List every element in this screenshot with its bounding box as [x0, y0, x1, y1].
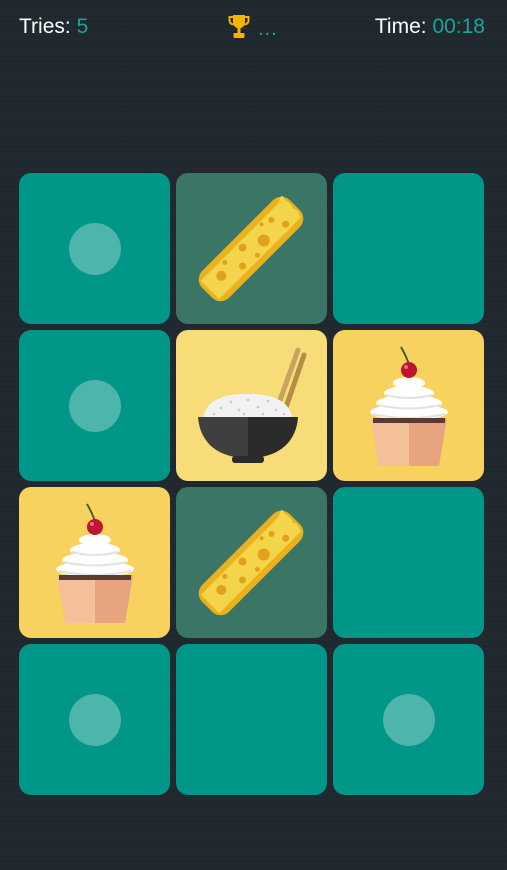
- time-label: Time:: [374, 15, 427, 38]
- trophy-icon: [228, 15, 250, 38]
- card-10[interactable]: [19, 644, 170, 795]
- card-marker: [382, 693, 435, 746]
- cheese-icon: [198, 195, 304, 302]
- card-3[interactable]: [333, 173, 484, 324]
- card-5[interactable]: [176, 330, 327, 481]
- rice-bowl-icon: [198, 347, 307, 463]
- card-4[interactable]: [19, 330, 170, 481]
- timer: Time: 00:18: [375, 15, 485, 39]
- best-score: ...: [228, 14, 278, 40]
- top-bar: Tries: 5 ... Time: 00:18: [0, 0, 507, 56]
- card-7[interactable]: [19, 487, 170, 638]
- card-2[interactable]: [176, 173, 327, 324]
- cupcake-icon: [370, 346, 448, 466]
- card-marker: [68, 222, 121, 275]
- memory-game-screen: Tries: 5 ... Time: 00:18: [0, 0, 507, 870]
- card-grid: [19, 173, 484, 795]
- best-score-value: ...: [258, 17, 278, 40]
- cheese-icon: [198, 509, 304, 616]
- card-1[interactable]: [19, 173, 170, 324]
- card-8[interactable]: [176, 487, 327, 638]
- card-marker: [68, 379, 121, 432]
- tries-value: 5: [76, 15, 89, 38]
- card-11[interactable]: [176, 644, 327, 795]
- time-value: 00:18: [432, 15, 485, 38]
- card-12[interactable]: [333, 644, 484, 795]
- card-6[interactable]: [333, 330, 484, 481]
- cupcake-icon: [56, 503, 134, 623]
- tries-counter: Tries: 5: [19, 15, 88, 39]
- tries-label: Tries:: [19, 15, 71, 38]
- card-marker: [68, 693, 121, 746]
- card-9[interactable]: [333, 487, 484, 638]
